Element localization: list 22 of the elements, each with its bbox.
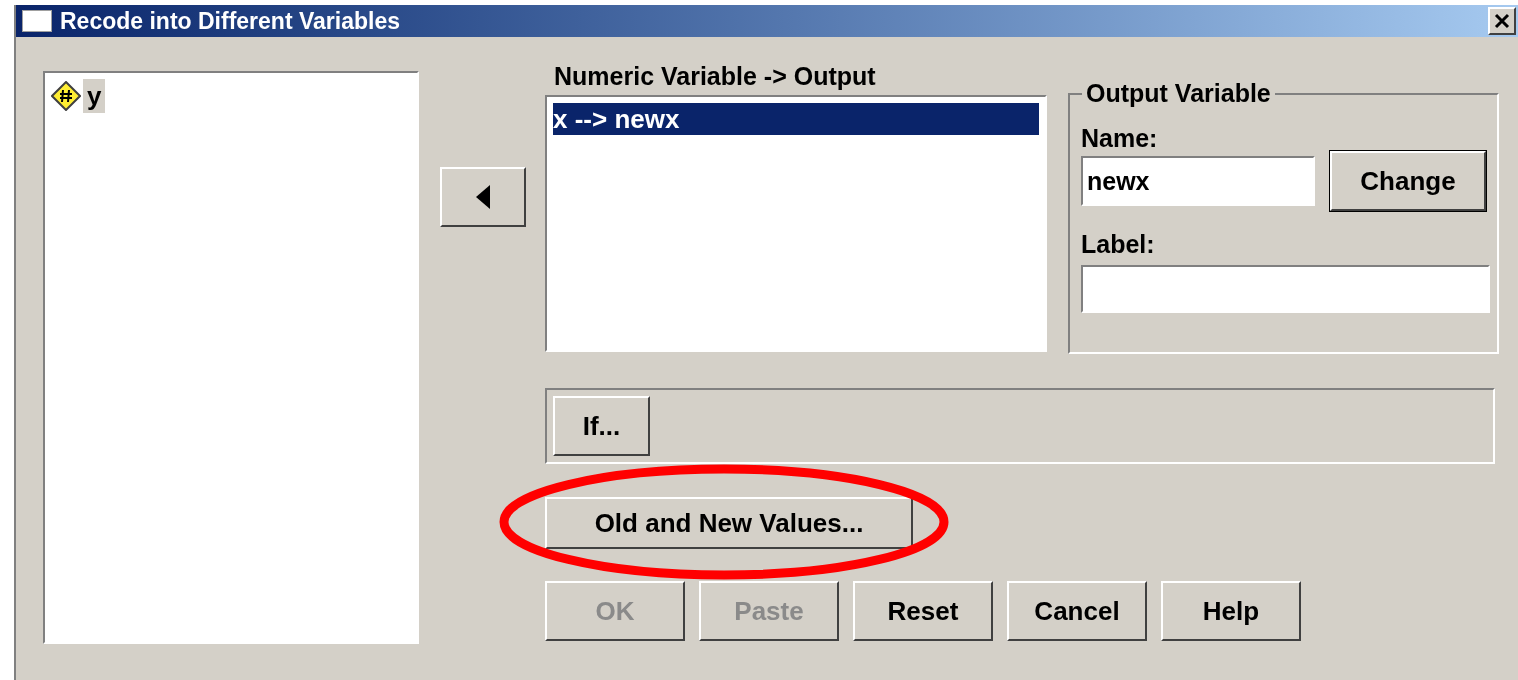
dialog-button[interactable]: Cancel <box>1007 581 1147 641</box>
label-label: Label: <box>1081 229 1155 260</box>
label-field[interactable] <box>1081 265 1490 313</box>
variable-item[interactable]: y <box>83 79 106 113</box>
numeric-variable-icon <box>51 81 81 111</box>
old-and-new-values-button[interactable]: Old and New Values... <box>545 497 913 549</box>
dialog-button[interactable]: Help <box>1161 581 1301 641</box>
dialog-button[interactable]: Reset <box>853 581 993 641</box>
mapping-list[interactable]: x --> newx <box>545 95 1047 352</box>
if-button[interactable]: If... <box>553 396 650 456</box>
source-variable-list[interactable]: y <box>43 71 419 644</box>
mapping-item[interactable]: x --> newx <box>553 103 1039 135</box>
close-button[interactable] <box>1488 7 1516 35</box>
list-label: Numeric Variable -> Output <box>554 61 877 92</box>
close-icon <box>1494 13 1510 29</box>
window-title: Recode into Different Variables <box>60 9 400 33</box>
move-left-button[interactable] <box>440 167 526 227</box>
name-field[interactable]: newx <box>1081 156 1315 206</box>
window-icon <box>22 10 52 32</box>
name-label: Name: <box>1081 123 1158 153</box>
change-button[interactable]: Change <box>1330 151 1486 211</box>
left-triangle-icon <box>476 185 490 209</box>
